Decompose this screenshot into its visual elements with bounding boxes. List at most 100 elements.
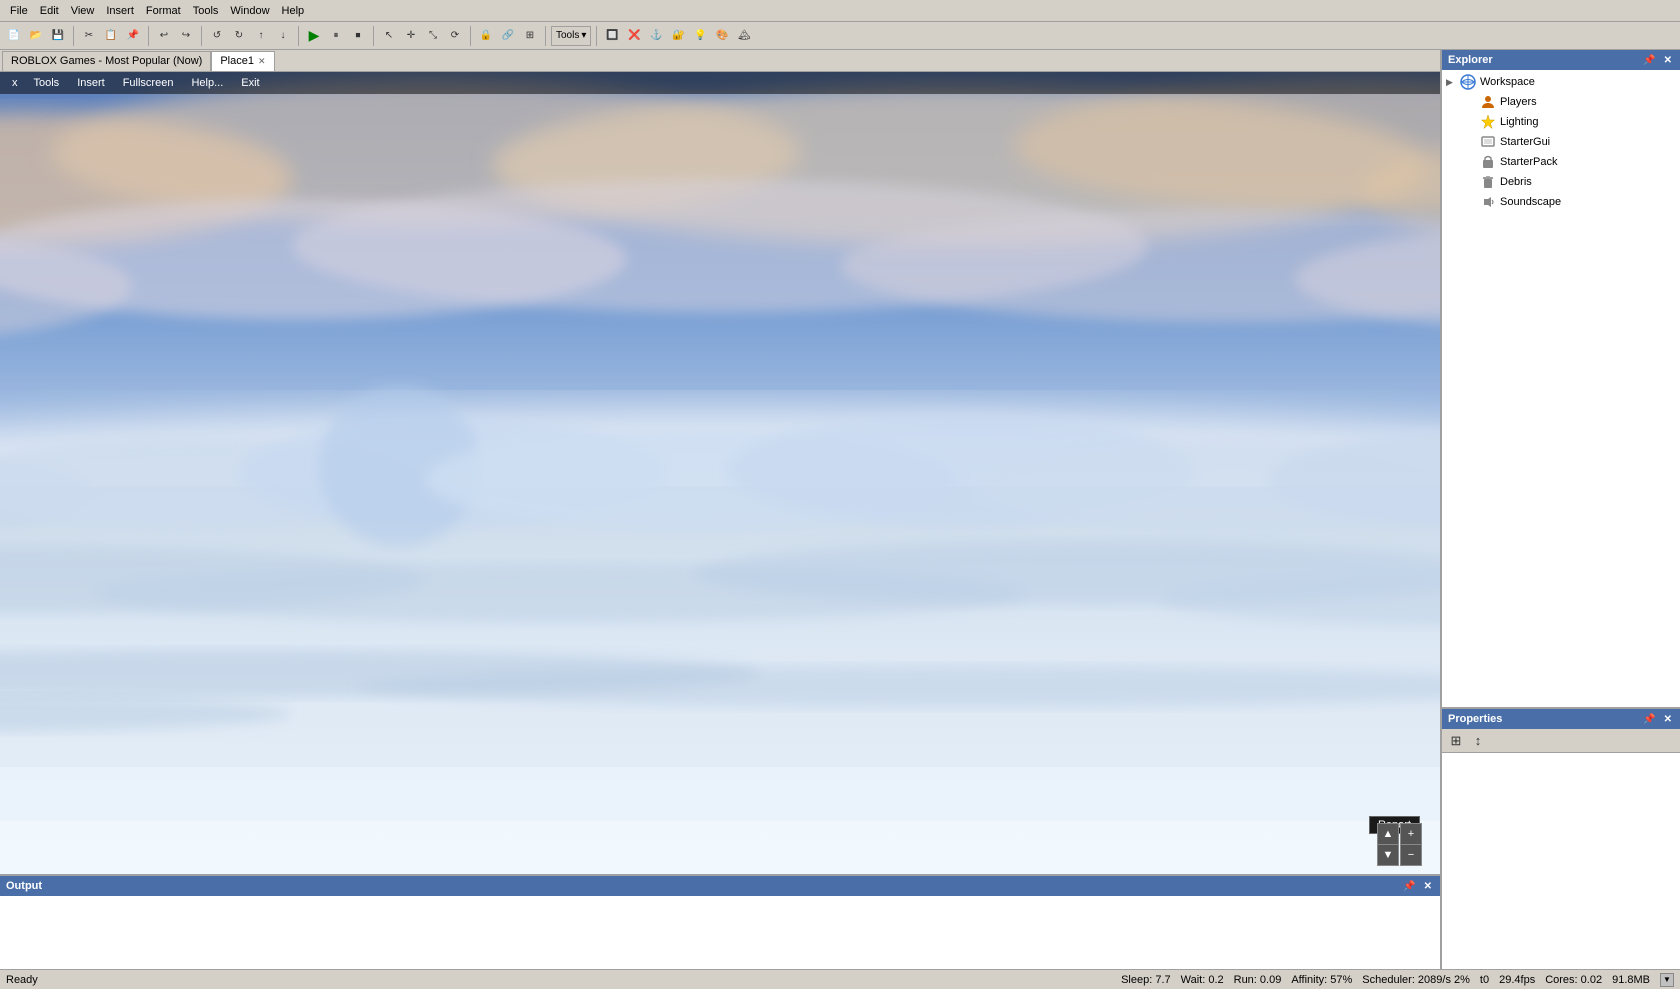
tb-move[interactable]: ✛ xyxy=(401,26,421,46)
sky-scene xyxy=(0,72,1440,874)
tb-sep-2 xyxy=(148,26,149,46)
starterpack-label: StarterPack xyxy=(1500,156,1557,168)
tb-paste[interactable]: 📌 xyxy=(123,26,143,46)
lighting-label: Lighting xyxy=(1500,116,1539,128)
explorer-item-startergui[interactable]: StarterGui xyxy=(1442,132,1680,152)
properties-sort-btn[interactable]: ↕ xyxy=(1468,731,1488,751)
tb-light[interactable]: 💡 xyxy=(690,26,710,46)
nav-up[interactable]: ▲ xyxy=(1377,823,1399,845)
tb-color[interactable]: 🎨 xyxy=(712,26,732,46)
menu-help[interactable]: Help xyxy=(276,3,311,19)
tb-tilt-up[interactable]: ↑ xyxy=(251,26,271,46)
nav-down[interactable]: ▼ xyxy=(1377,844,1399,866)
properties-content xyxy=(1442,753,1680,989)
tb-snap[interactable]: 🔲 xyxy=(602,26,622,46)
explorer-pin-icon[interactable]: 📌 xyxy=(1641,55,1657,66)
tb-pause[interactable]: ⏸ xyxy=(326,26,346,46)
tb-sep-5 xyxy=(373,26,374,46)
explorer-header-icons: 📌 ✕ xyxy=(1641,55,1674,66)
tb-delete[interactable]: ❌ xyxy=(624,26,644,46)
startergui-icon xyxy=(1480,134,1496,150)
status-wait: Wait: 0.2 xyxy=(1181,974,1224,986)
explorer-title: Explorer xyxy=(1448,54,1493,66)
players-label: Players xyxy=(1500,96,1537,108)
menu-edit[interactable]: Edit xyxy=(34,3,65,19)
explorer-item-players[interactable]: Players xyxy=(1442,92,1680,112)
viewport-container: x Tools Insert Fullscreen Help... Exit xyxy=(0,72,1440,989)
properties-header-icons: 📌 ✕ xyxy=(1641,714,1674,725)
explorer-item-starterpack[interactable]: StarterPack xyxy=(1442,152,1680,172)
properties-panel: Properties 📌 ✕ ⊞ ↕ xyxy=(1442,709,1680,989)
tb-rot-left[interactable]: ↺ xyxy=(207,26,227,46)
tb-open[interactable]: 📂 xyxy=(26,26,46,46)
tb-undo[interactable]: ↩ xyxy=(154,26,174,46)
menu-format[interactable]: Format xyxy=(140,3,187,19)
game-menu-close[interactable]: x xyxy=(6,75,24,91)
menu-window[interactable]: Window xyxy=(224,3,275,19)
tab-place1-label: Place1 xyxy=(220,55,254,67)
menu-tools[interactable]: Tools xyxy=(187,3,225,19)
players-icon xyxy=(1480,94,1496,110)
tb-lock[interactable]: 🔐 xyxy=(668,26,688,46)
menu-bar: File Edit View Insert Format Tools Windo… xyxy=(0,0,1680,22)
sky-viewport: Report ▲ + ▼ − xyxy=(0,72,1440,874)
tb-select[interactable]: ↖ xyxy=(379,26,399,46)
tb-tilt-down[interactable]: ↓ xyxy=(273,26,293,46)
workspace-label: Workspace xyxy=(1480,76,1535,88)
tab-roblox-games[interactable]: ROBLOX Games - Most Popular (Now) xyxy=(2,51,211,71)
main-area: ROBLOX Games - Most Popular (Now) Place1… xyxy=(0,50,1680,989)
explorer-content: ▶ Workspace Players xyxy=(1442,70,1680,707)
status-bar-right: Sleep: 7.7 Wait: 0.2 Run: 0.09 Affinity:… xyxy=(1121,973,1674,987)
explorer-item-workspace[interactable]: ▶ Workspace xyxy=(1442,72,1680,92)
tab-place1-close[interactable]: ✕ xyxy=(258,56,266,67)
game-menu-help[interactable]: Help... xyxy=(183,75,231,91)
tb-anchor[interactable]: ⚓ xyxy=(646,26,666,46)
tb-cut[interactable]: ✂ xyxy=(79,26,99,46)
tb-copy[interactable]: 📋 xyxy=(101,26,121,46)
toolbar: 📄 📂 💾 ✂ 📋 📌 ↩ ↪ ↺ ↻ ↑ ↓ ▶ ⏸ ⏹ ↖ ✛ ⤡ ⟳ 🔒 … xyxy=(0,22,1680,50)
tb-collide[interactable]: 🔒 xyxy=(476,26,496,46)
tb-grid[interactable]: ⊞ xyxy=(520,26,540,46)
output-pin-icon[interactable]: 📌 xyxy=(1401,881,1417,892)
status-run: Run: 0.09 xyxy=(1234,974,1282,986)
game-menu-insert[interactable]: Insert xyxy=(69,75,113,91)
menu-view[interactable]: View xyxy=(65,3,101,19)
tb-redo[interactable]: ↪ xyxy=(176,26,196,46)
explorer-item-lighting[interactable]: Lighting xyxy=(1442,112,1680,132)
nav-minus[interactable]: − xyxy=(1400,844,1422,866)
tb-tools-arrow: ▾ xyxy=(581,30,586,41)
explorer-close-icon[interactable]: ✕ xyxy=(1662,55,1674,66)
tab-roblox-games-label: ROBLOX Games - Most Popular (Now) xyxy=(11,55,202,67)
tb-new[interactable]: 📄 xyxy=(4,26,24,46)
tb-join[interactable]: 🔗 xyxy=(498,26,518,46)
tb-terrain[interactable]: 🏔 xyxy=(734,26,754,46)
workspace-icon xyxy=(1460,74,1476,90)
tb-rot-right[interactable]: ↻ xyxy=(229,26,249,46)
status-scrollbar[interactable]: ▼ xyxy=(1660,973,1674,987)
tb-tools-menu[interactable]: Tools ▾ xyxy=(551,26,591,46)
explorer-item-soundscape[interactable]: Soundscape xyxy=(1442,192,1680,212)
properties-grid-btn[interactable]: ⊞ xyxy=(1446,731,1466,751)
game-menu-exit[interactable]: Exit xyxy=(233,75,267,91)
tab-place1[interactable]: Place1 ✕ xyxy=(211,51,274,71)
game-menu-fullscreen[interactable]: Fullscreen xyxy=(115,75,182,91)
tb-save[interactable]: 💾 xyxy=(48,26,68,46)
menu-insert[interactable]: Insert xyxy=(100,3,140,19)
tb-sep-4 xyxy=(298,26,299,46)
status-fps: 29.4fps xyxy=(1499,974,1535,986)
menu-file[interactable]: File xyxy=(4,3,34,19)
status-affinity: Affinity: 57% xyxy=(1291,974,1352,986)
tb-rotate[interactable]: ⟳ xyxy=(445,26,465,46)
tb-play[interactable]: ▶ xyxy=(304,26,324,46)
explorer-item-debris[interactable]: Debris xyxy=(1442,172,1680,192)
tb-tools-label: Tools xyxy=(556,30,579,41)
properties-pin-icon[interactable]: 📌 xyxy=(1641,714,1657,725)
game-menu-tools[interactable]: Tools xyxy=(26,75,68,91)
tb-scale[interactable]: ⤡ xyxy=(423,26,443,46)
properties-toolbar: ⊞ ↕ xyxy=(1442,729,1680,753)
nav-plus[interactable]: + xyxy=(1400,823,1422,845)
output-close-icon[interactable]: ✕ xyxy=(1422,881,1434,892)
tb-stop[interactable]: ⏹ xyxy=(348,26,368,46)
output-header-icons: 📌 ✕ xyxy=(1401,881,1434,892)
properties-close-icon[interactable]: ✕ xyxy=(1662,714,1674,725)
